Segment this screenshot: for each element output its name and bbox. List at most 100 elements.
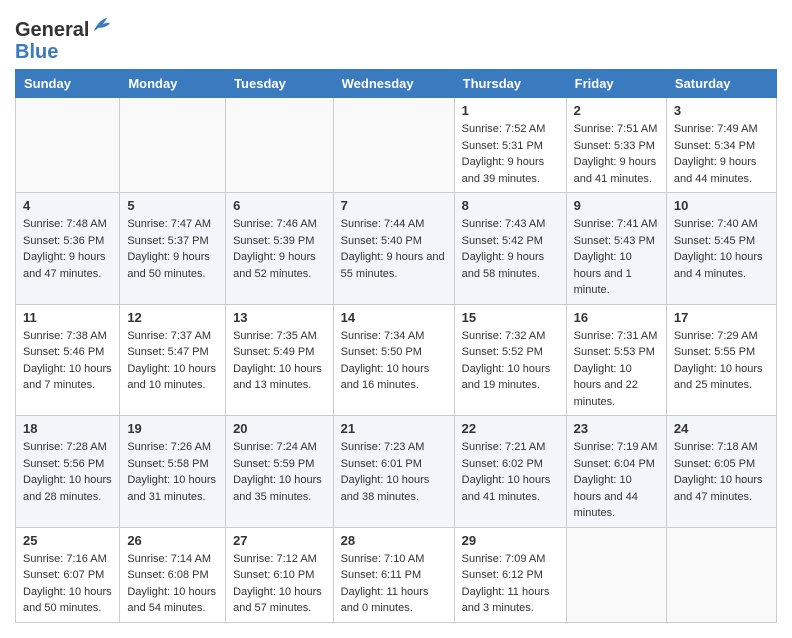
header-monday: Monday	[120, 70, 226, 98]
sun-info: Sunrise: 7:47 AMSunset: 5:37 PMDaylight:…	[127, 216, 218, 282]
sun-info: Sunrise: 7:43 AMSunset: 5:42 PMDaylight:…	[462, 216, 559, 282]
day-number: 16	[574, 310, 659, 325]
day-number: 26	[127, 533, 218, 548]
calendar-cell: 6 Sunrise: 7:46 AMSunset: 5:39 PMDaylight…	[226, 193, 334, 305]
sun-info: Sunrise: 7:32 AMSunset: 5:52 PMDaylight:…	[462, 328, 559, 394]
day-number: 11	[23, 310, 112, 325]
sun-info: Sunrise: 7:29 AMSunset: 5:55 PMDaylight:…	[674, 328, 769, 394]
calendar-cell	[120, 98, 226, 193]
header-friday: Friday	[566, 70, 666, 98]
calendar-cell: 2 Sunrise: 7:51 AMSunset: 5:33 PMDaylight…	[566, 98, 666, 193]
sun-info: Sunrise: 7:37 AMSunset: 5:47 PMDaylight:…	[127, 328, 218, 394]
header: General Blue	[15, 10, 777, 63]
header-wednesday: Wednesday	[333, 70, 454, 98]
day-number: 19	[127, 421, 218, 436]
calendar-cell: 29Sunrise: 7:09 AMSunset: 6:12 PMDayligh…	[454, 527, 566, 622]
sun-info: Sunrise: 7:44 AMSunset: 5:40 PMDaylight:…	[341, 216, 447, 282]
calendar-cell: 16 Sunrise: 7:31 AMSunset: 5:53 PMDayligh…	[566, 304, 666, 416]
day-number: 2	[574, 103, 659, 118]
calendar-cell: 23 Sunrise: 7:19 AMSunset: 6:04 PMDayligh…	[566, 416, 666, 528]
sun-info: Sunrise: 7:31 AMSunset: 5:53 PMDaylight:…	[574, 328, 659, 411]
calendar-cell: 9 Sunrise: 7:41 AMSunset: 5:43 PMDaylight…	[566, 193, 666, 305]
day-number: 7	[341, 198, 447, 213]
week-row-1: 1Sunrise: 7:52 AMSunset: 5:31 PMDaylight…	[16, 98, 777, 193]
calendar-cell	[566, 527, 666, 622]
sun-info: Sunrise: 7:35 AMSunset: 5:49 PMDaylight:…	[233, 328, 326, 394]
days-header-row: SundayMondayTuesdayWednesdayThursdayFrid…	[16, 70, 777, 98]
calendar-cell	[16, 98, 120, 193]
calendar-cell: 4 Sunrise: 7:48 AMSunset: 5:36 PMDaylight…	[16, 193, 120, 305]
sun-info: Sunrise: 7:48 AMSunset: 5:36 PMDaylight:…	[23, 216, 112, 282]
calendar-cell: 21Sunrise: 7:23 AMSunset: 6:01 PMDayligh…	[333, 416, 454, 528]
day-number: 15	[462, 310, 559, 325]
sun-info: Sunrise: 7:34 AMSunset: 5:50 PMDaylight:…	[341, 328, 447, 394]
day-number: 9	[574, 198, 659, 213]
calendar-cell: 27Sunrise: 7:12 AMSunset: 6:10 PMDayligh…	[226, 527, 334, 622]
day-number: 3	[674, 103, 769, 118]
header-thursday: Thursday	[454, 70, 566, 98]
sun-info: Sunrise: 7:28 AMSunset: 5:56 PMDaylight:…	[23, 439, 112, 505]
day-number: 4	[23, 198, 112, 213]
sun-info: Sunrise: 7:46 AMSunset: 5:39 PMDaylight:…	[233, 216, 326, 282]
sun-info: Sunrise: 7:10 AMSunset: 6:11 PMDaylight:…	[341, 551, 447, 617]
sun-info: Sunrise: 7:18 AMSunset: 6:05 PMDaylight:…	[674, 439, 769, 505]
calendar-cell: 17 Sunrise: 7:29 AMSunset: 5:55 PMDayligh…	[666, 304, 776, 416]
logo-blue-text: Blue	[15, 41, 58, 63]
sun-info: Sunrise: 7:16 AMSunset: 6:07 PMDaylight:…	[23, 551, 112, 617]
calendar-cell: 26Sunrise: 7:14 AMSunset: 6:08 PMDayligh…	[120, 527, 226, 622]
calendar-cell: 8Sunrise: 7:43 AMSunset: 5:42 PMDaylight…	[454, 193, 566, 305]
calendar-cell: 1Sunrise: 7:52 AMSunset: 5:31 PMDaylight…	[454, 98, 566, 193]
sun-info: Sunrise: 7:51 AMSunset: 5:33 PMDaylight:…	[574, 121, 659, 187]
day-number: 6	[233, 198, 326, 213]
calendar-cell: 12 Sunrise: 7:37 AMSunset: 5:47 PMDayligh…	[120, 304, 226, 416]
logo-general-text: General	[15, 19, 89, 41]
logo: General Blue	[15, 16, 113, 63]
day-number: 24	[674, 421, 769, 436]
week-row-4: 18 Sunrise: 7:28 AMSunset: 5:56 PMDayligh…	[16, 416, 777, 528]
day-number: 13	[233, 310, 326, 325]
day-number: 5	[127, 198, 218, 213]
calendar-cell: 28 Sunrise: 7:10 AMSunset: 6:11 PMDayligh…	[333, 527, 454, 622]
day-number: 23	[574, 421, 659, 436]
calendar-cell: 24 Sunrise: 7:18 AMSunset: 6:05 PMDayligh…	[666, 416, 776, 528]
calendar-cell: 22Sunrise: 7:21 AMSunset: 6:02 PMDayligh…	[454, 416, 566, 528]
calendar-cell: 3 Sunrise: 7:49 AMSunset: 5:34 PMDaylight…	[666, 98, 776, 193]
sun-info: Sunrise: 7:38 AMSunset: 5:46 PMDaylight:…	[23, 328, 112, 394]
day-number: 1	[462, 103, 559, 118]
calendar-cell: 19 Sunrise: 7:26 AMSunset: 5:58 PMDayligh…	[120, 416, 226, 528]
day-number: 17	[674, 310, 769, 325]
calendar-cell: 25 Sunrise: 7:16 AMSunset: 6:07 PMDayligh…	[16, 527, 120, 622]
calendar-cell: 14 Sunrise: 7:34 AMSunset: 5:50 PMDayligh…	[333, 304, 454, 416]
calendar-cell: 13 Sunrise: 7:35 AMSunset: 5:49 PMDayligh…	[226, 304, 334, 416]
sun-info: Sunrise: 7:19 AMSunset: 6:04 PMDaylight:…	[574, 439, 659, 522]
header-sunday: Sunday	[16, 70, 120, 98]
logo-bird-icon	[91, 14, 113, 36]
day-number: 20	[233, 421, 326, 436]
day-number: 25	[23, 533, 112, 548]
week-row-5: 25 Sunrise: 7:16 AMSunset: 6:07 PMDayligh…	[16, 527, 777, 622]
week-row-2: 4 Sunrise: 7:48 AMSunset: 5:36 PMDaylight…	[16, 193, 777, 305]
calendar-cell	[226, 98, 334, 193]
sun-info: Sunrise: 7:24 AMSunset: 5:59 PMDaylight:…	[233, 439, 326, 505]
sun-info: Sunrise: 7:12 AMSunset: 6:10 PMDaylight:…	[233, 551, 326, 617]
day-number: 12	[127, 310, 218, 325]
calendar-cell: 5 Sunrise: 7:47 AMSunset: 5:37 PMDaylight…	[120, 193, 226, 305]
sun-info: Sunrise: 7:41 AMSunset: 5:43 PMDaylight:…	[574, 216, 659, 299]
sun-info: Sunrise: 7:40 AMSunset: 5:45 PMDaylight:…	[674, 216, 769, 282]
sun-info: Sunrise: 7:23 AMSunset: 6:01 PMDaylight:…	[341, 439, 447, 505]
header-saturday: Saturday	[666, 70, 776, 98]
sun-info: Sunrise: 7:26 AMSunset: 5:58 PMDaylight:…	[127, 439, 218, 505]
calendar-cell	[333, 98, 454, 193]
week-row-3: 11 Sunrise: 7:38 AMSunset: 5:46 PMDayligh…	[16, 304, 777, 416]
day-number: 28	[341, 533, 447, 548]
day-number: 10	[674, 198, 769, 213]
day-number: 14	[341, 310, 447, 325]
calendar-cell: 15 Sunrise: 7:32 AMSunset: 5:52 PMDayligh…	[454, 304, 566, 416]
day-number: 18	[23, 421, 112, 436]
calendar-cell: 7 Sunrise: 7:44 AMSunset: 5:40 PMDaylight…	[333, 193, 454, 305]
calendar-cell: 18 Sunrise: 7:28 AMSunset: 5:56 PMDayligh…	[16, 416, 120, 528]
day-number: 22	[462, 421, 559, 436]
sun-info: Sunrise: 7:09 AMSunset: 6:12 PMDaylight:…	[462, 551, 559, 617]
sun-info: Sunrise: 7:49 AMSunset: 5:34 PMDaylight:…	[674, 121, 769, 187]
calendar-cell	[666, 527, 776, 622]
